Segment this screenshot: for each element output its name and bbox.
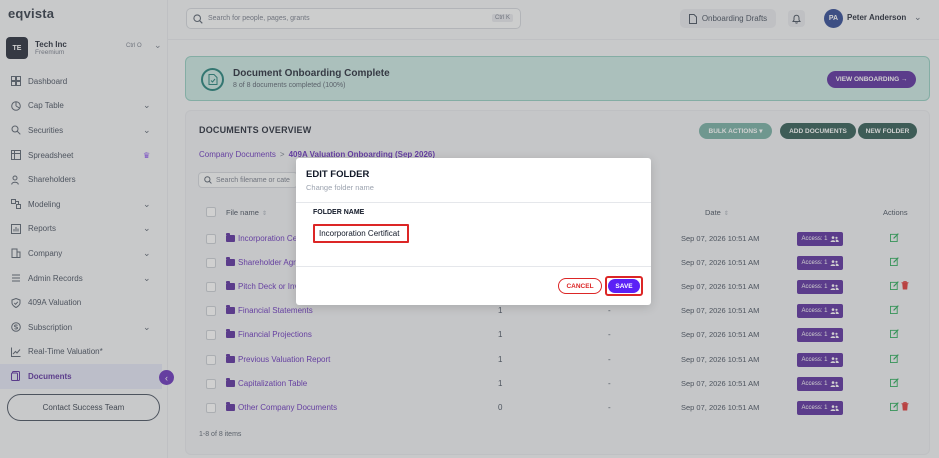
modal-title: EDIT FOLDER (306, 169, 370, 180)
folder-name-input[interactable] (313, 224, 409, 243)
cancel-button[interactable]: CANCEL (558, 278, 602, 294)
divider (296, 202, 651, 203)
edit-folder-modal: EDIT FOLDER Change folder name FOLDER NA… (296, 158, 651, 305)
folder-name-label: FOLDER NAME (313, 209, 365, 216)
save-button[interactable]: SAVE (608, 279, 640, 293)
modal-subtitle: Change folder name (306, 183, 374, 192)
divider (296, 266, 651, 267)
save-button-highlight: SAVE (605, 276, 643, 296)
